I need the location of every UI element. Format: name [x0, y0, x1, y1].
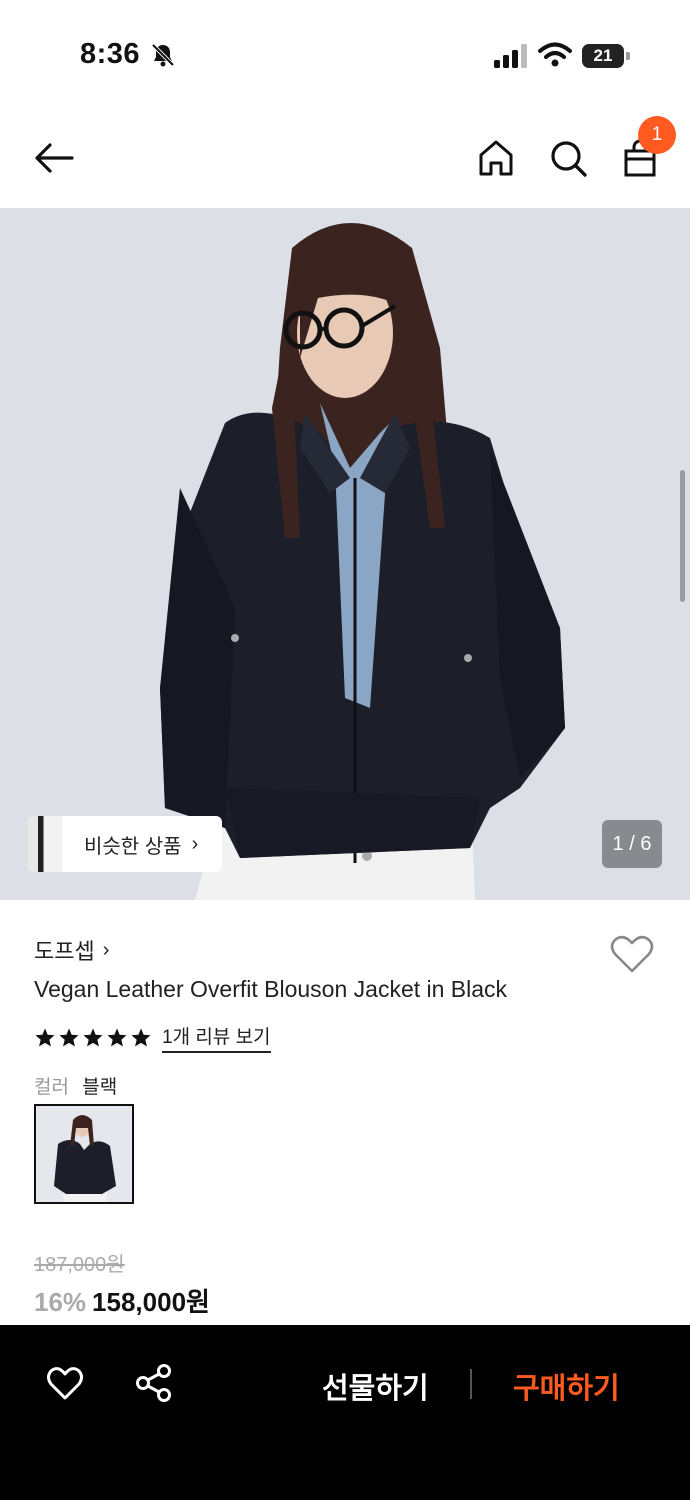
- star-icon: [83, 1027, 103, 1046]
- rating-row: 1개 리뷰 보기: [34, 1022, 271, 1053]
- brand-name: 도프셉: [34, 939, 95, 964]
- color-swatch-black[interactable]: [34, 1104, 134, 1204]
- similar-product-thumbnail: [28, 816, 62, 872]
- star-icon: [59, 1027, 79, 1046]
- gift-button[interactable]: 선물하기: [322, 1365, 429, 1407]
- search-icon[interactable]: [548, 138, 588, 178]
- star-icon: [35, 1027, 55, 1046]
- sale-price: 158,000원: [92, 1287, 210, 1317]
- share-icon[interactable]: [134, 1363, 174, 1403]
- similar-products-label: 비슷한 상품: [84, 835, 182, 858]
- image-page-counter: 1 / 6: [602, 820, 662, 868]
- cellular-signal-icon: [494, 44, 527, 68]
- cart-count-badge: 1: [638, 116, 676, 154]
- status-bar: 8:36 21: [0, 0, 690, 110]
- battery-indicator: 21: [582, 44, 630, 68]
- status-time: 8:36: [80, 38, 141, 70]
- product-photo: [0, 208, 690, 900]
- price-row: 16% 158,000원: [34, 1282, 210, 1319]
- star-icon: [131, 1027, 151, 1046]
- bottom-action-bar: 선물하기 구매하기: [0, 1325, 690, 1500]
- similar-products-button[interactable]: 비슷한 상품 ›: [28, 816, 222, 872]
- color-value: 블랙: [82, 1077, 118, 1098]
- home-icon[interactable]: [476, 138, 516, 178]
- chevron-right-icon: ›: [191, 832, 199, 855]
- scroll-indicator[interactable]: [680, 470, 685, 602]
- swatch-thumbnail: [36, 1106, 132, 1202]
- bell-off-icon: [151, 43, 175, 67]
- top-navigation: [0, 110, 690, 208]
- back-arrow-icon[interactable]: [34, 138, 74, 178]
- product-image-gallery[interactable]: [0, 208, 690, 900]
- buy-button[interactable]: 구매하기: [513, 1365, 620, 1407]
- review-link[interactable]: 1개 리뷰 보기: [162, 1022, 271, 1053]
- product-title: Vegan Leather Overfit Blouson Jacket in …: [34, 976, 508, 1002]
- discount-rate: 16%: [34, 1287, 87, 1317]
- heart-icon[interactable]: [610, 934, 654, 974]
- star-rating: [34, 1027, 152, 1049]
- brand-link[interactable]: 도프셉 ›: [34, 934, 109, 966]
- button-divider: [470, 1369, 472, 1399]
- wifi-icon: [538, 42, 572, 67]
- heart-icon[interactable]: [46, 1365, 84, 1401]
- color-label: 컬러: [34, 1077, 69, 1098]
- battery-tip: [626, 52, 630, 60]
- original-price: 187,000원: [34, 1254, 125, 1276]
- star-icon: [107, 1027, 127, 1046]
- battery-level: 21: [582, 44, 624, 68]
- color-row: 컬러 블랙: [34, 1072, 117, 1099]
- chevron-right-icon: ›: [102, 938, 110, 961]
